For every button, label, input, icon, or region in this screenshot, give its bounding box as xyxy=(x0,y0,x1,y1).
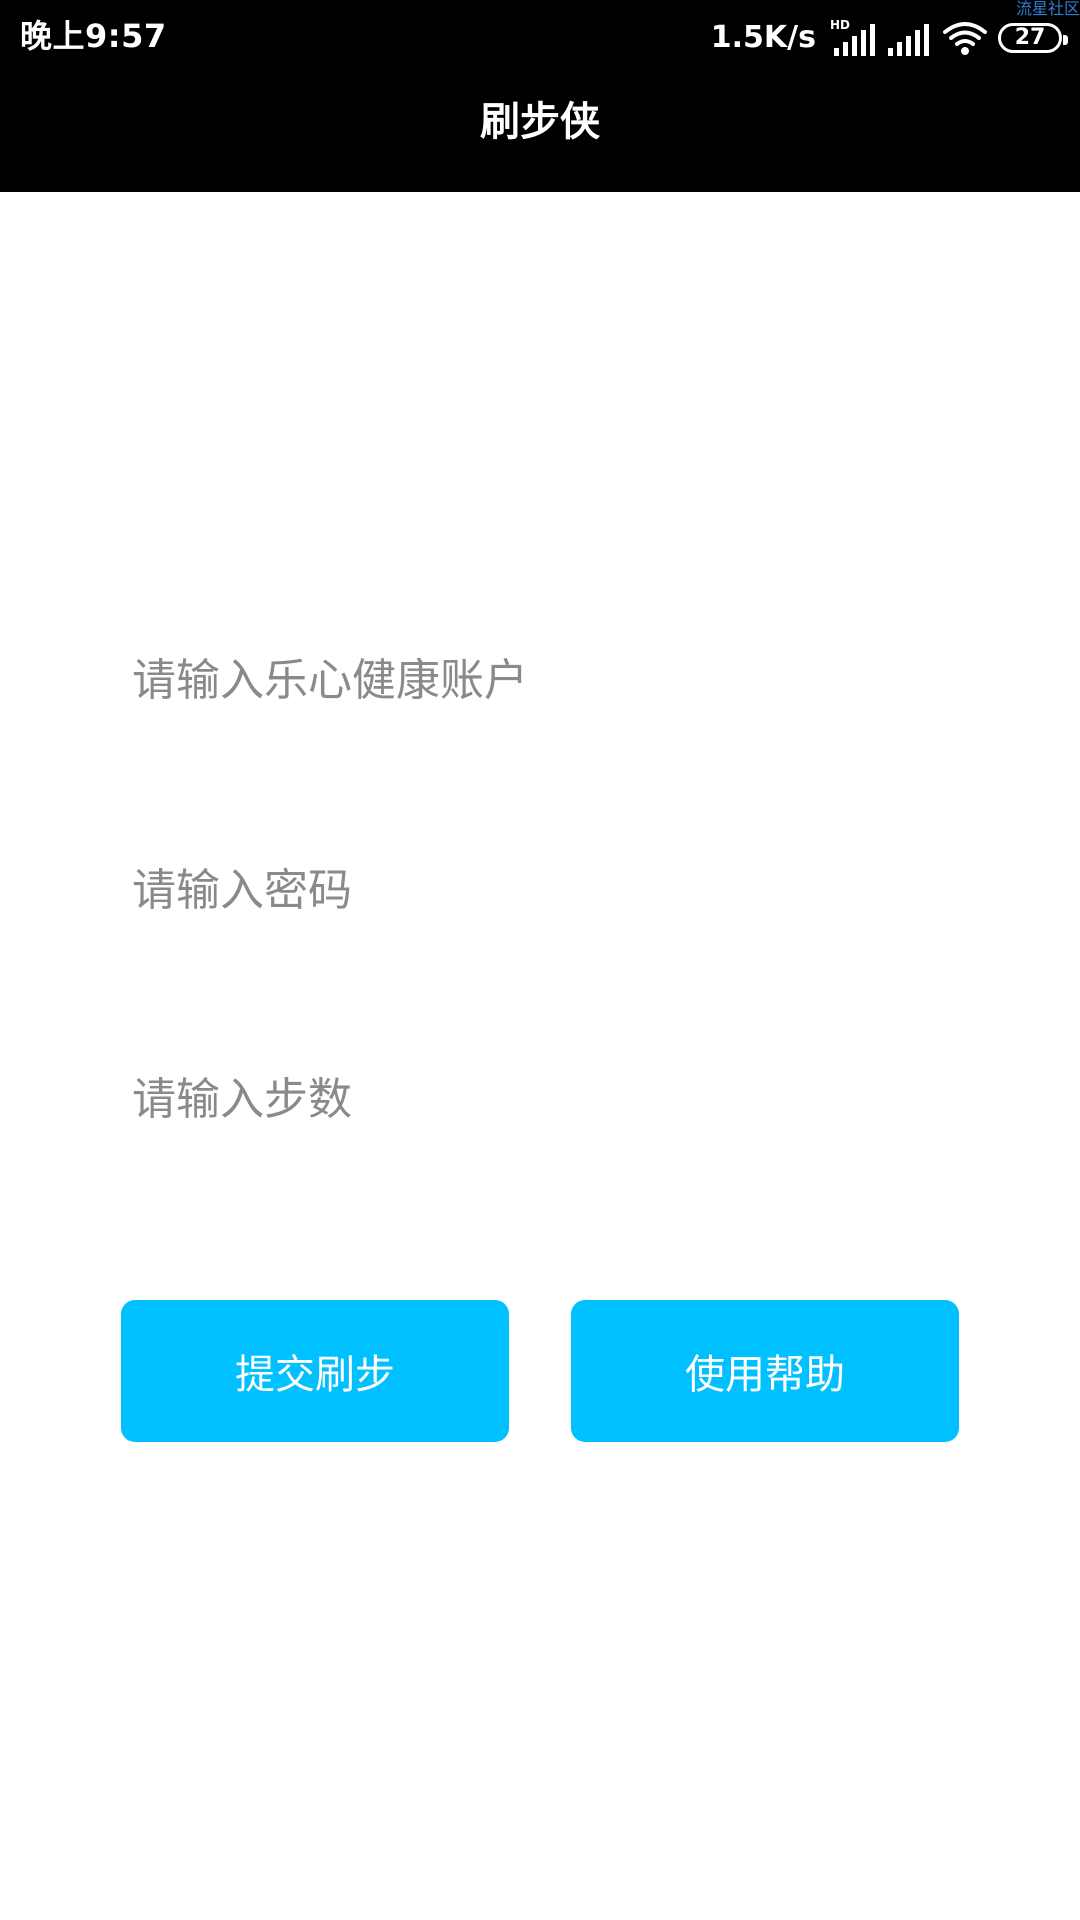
hd-label: HD xyxy=(830,18,850,32)
steps-input[interactable] xyxy=(132,1059,952,1139)
hd-signal-icon: HD xyxy=(830,18,876,58)
network-speed: 1.5K/s xyxy=(710,20,816,55)
status-time: 晚上9:57 xyxy=(20,17,167,55)
status-icons: 1.5K/s HD 27 xyxy=(710,10,1068,66)
app-screen: 晚上9:57 流星社区 1.5K/s HD 27 刷步侠 请输入乐心健康账户 请… xyxy=(0,0,1080,1920)
battery-icon: 27 xyxy=(998,23,1068,53)
help-button[interactable]: 使用帮助 xyxy=(571,1300,959,1442)
status-bar: 晚上9:57 流星社区 1.5K/s HD 27 xyxy=(0,0,1080,75)
app-title: 刷步侠 xyxy=(480,98,600,145)
app-bar: 刷步侠 xyxy=(0,75,1080,192)
account-input[interactable] xyxy=(132,640,952,720)
cell-signal-icon xyxy=(886,18,932,58)
password-input[interactable] xyxy=(132,850,952,930)
submit-steps-button[interactable]: 提交刷步 xyxy=(121,1300,509,1442)
battery-cap xyxy=(1063,35,1068,45)
wifi-icon xyxy=(942,18,988,58)
battery-level: 27 xyxy=(1014,25,1046,50)
